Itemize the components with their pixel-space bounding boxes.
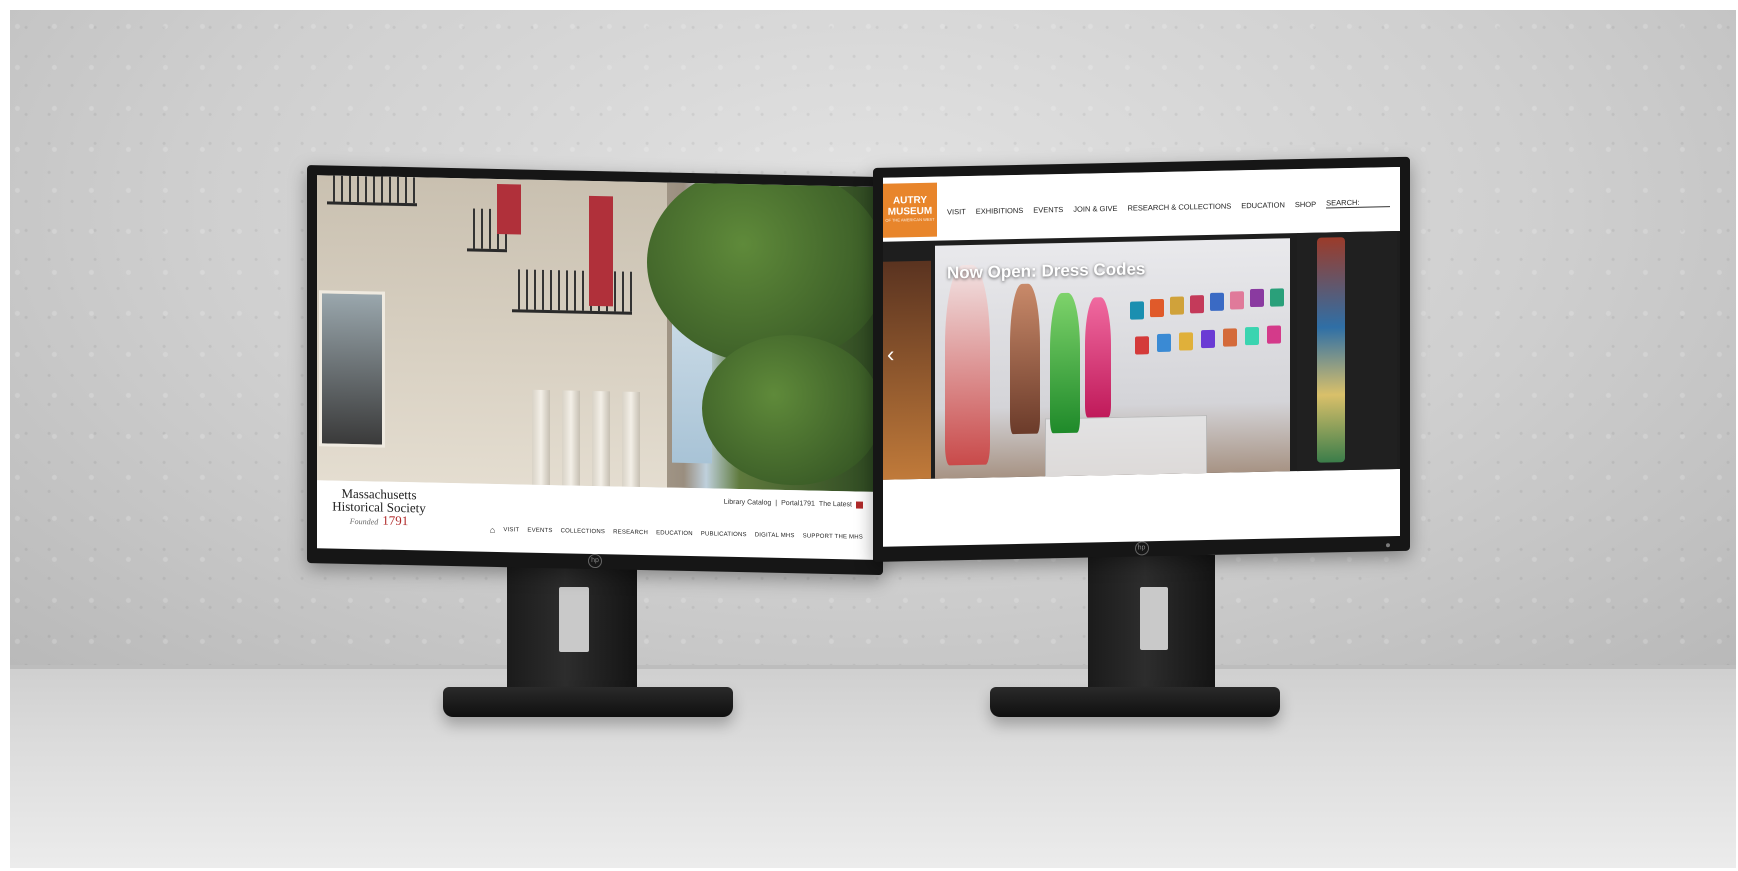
power-led bbox=[1386, 543, 1390, 548]
right-monitor-stand-base bbox=[990, 687, 1280, 717]
column bbox=[622, 391, 640, 487]
mhs-main-nav: ⌂ VISIT EVENTS COLLECTIONS RESEARCH EDUC… bbox=[490, 525, 863, 543]
autry-logo[interactable]: AUTRY MUSEUM OF THE AMERICAN WEST bbox=[883, 182, 937, 238]
logo-line2: Historical Society bbox=[332, 498, 426, 516]
nav-visit[interactable]: VISIT bbox=[947, 207, 966, 216]
shirt bbox=[1170, 296, 1184, 315]
shirt bbox=[1201, 329, 1215, 349]
nav-events[interactable]: EVENTS bbox=[1033, 205, 1063, 215]
hp-logo-icon: hp bbox=[1134, 541, 1149, 556]
utility-link-catalog[interactable]: Library Catalog bbox=[724, 499, 771, 507]
right-monitor: AUTRY MUSEUM OF THE AMERICAN WEST VISIT … bbox=[873, 156, 1410, 562]
left-monitor-stand-base bbox=[443, 687, 733, 717]
product-photo: Massachusetts Historical Society Founded… bbox=[10, 10, 1736, 868]
logo-founded: Founded bbox=[349, 516, 379, 527]
autry-main-nav: VISIT EXHIBITIONS EVENTS JOIN & GIVE RES… bbox=[947, 197, 1400, 217]
left-monitor-stand-neck bbox=[507, 555, 637, 695]
shirt bbox=[1135, 336, 1149, 355]
nav-exhibitions[interactable]: EXHIBITIONS bbox=[976, 205, 1024, 215]
nav-collections[interactable]: COLLECTIONS bbox=[561, 528, 606, 535]
chevron-left-icon[interactable]: ‹ bbox=[887, 342, 894, 368]
mhs-website-screen: Massachusetts Historical Society Founded… bbox=[317, 175, 873, 560]
shirt bbox=[1210, 292, 1224, 311]
mhs-building bbox=[317, 175, 667, 488]
right-monitor-stand-neck bbox=[1088, 555, 1215, 695]
home-icon[interactable]: ⌂ bbox=[490, 525, 496, 535]
tree bbox=[702, 333, 873, 488]
column bbox=[532, 389, 550, 486]
nav-publications[interactable]: PUBLICATIONS bbox=[701, 531, 747, 538]
stand-cable-hole bbox=[559, 587, 589, 652]
logo-tagline: OF THE AMERICAN WEST bbox=[885, 216, 935, 223]
shirt bbox=[1245, 326, 1259, 346]
shirt bbox=[1190, 295, 1204, 314]
hp-logo-icon: hp bbox=[588, 553, 602, 569]
dress bbox=[945, 264, 990, 466]
shirt bbox=[1157, 333, 1171, 353]
hero-title[interactable]: Now Open: Dress Codes bbox=[947, 259, 1145, 283]
next-slide-preview[interactable] bbox=[1297, 231, 1397, 472]
shirt bbox=[1130, 301, 1144, 320]
nav-join-give[interactable]: JOIN & GIVE bbox=[1073, 203, 1117, 213]
search-icon[interactable]: ⚲ bbox=[1400, 197, 1401, 206]
red-banner bbox=[589, 195, 613, 307]
nav-shop[interactable]: SHOP bbox=[1295, 199, 1316, 208]
nav-education[interactable]: EDUCATION bbox=[656, 530, 693, 537]
autry-header: AUTRY MUSEUM OF THE AMERICAN WEST VISIT … bbox=[883, 166, 1400, 238]
left-monitor: Massachusetts Historical Society Founded… bbox=[307, 165, 883, 576]
balcony bbox=[512, 269, 632, 315]
utility-separator: | bbox=[775, 499, 778, 507]
dress bbox=[1085, 297, 1111, 418]
search-label: SEARCH: bbox=[1326, 197, 1360, 208]
balcony bbox=[327, 175, 417, 207]
shirt bbox=[1267, 325, 1281, 344]
nav-visit[interactable]: VISIT bbox=[503, 527, 519, 533]
shirt bbox=[1150, 298, 1164, 318]
autry-website-screen: AUTRY MUSEUM OF THE AMERICAN WEST VISIT … bbox=[883, 166, 1400, 547]
utility-link-latest[interactable]: The Latest bbox=[819, 501, 852, 509]
utility-links: Library Catalog | Portal1791 The Latest bbox=[724, 499, 863, 509]
floor bbox=[10, 665, 1736, 868]
nav-digital-mhs[interactable]: DIGITAL MHS bbox=[755, 532, 795, 539]
nav-education[interactable]: EDUCATION bbox=[1241, 200, 1285, 210]
beadwork-artifact bbox=[1317, 237, 1345, 463]
column bbox=[562, 390, 580, 486]
logo-line1: AUTRY bbox=[892, 194, 928, 207]
dress bbox=[1050, 292, 1080, 434]
stand-cable-hole bbox=[1140, 587, 1168, 650]
shirt bbox=[1179, 332, 1193, 351]
dress bbox=[1010, 283, 1040, 435]
search-input[interactable]: SEARCH: bbox=[1326, 197, 1390, 209]
previous-slide-preview[interactable] bbox=[883, 260, 931, 480]
nav-events[interactable]: EVENTS bbox=[527, 528, 552, 535]
nav-research-collections[interactable]: RESEARCH & COLLECTIONS bbox=[1127, 201, 1231, 212]
shirt bbox=[1223, 328, 1237, 347]
mhs-hero-photo bbox=[317, 175, 873, 492]
current-slide[interactable]: Now Open: Dress Codes bbox=[935, 238, 1290, 479]
logo-year: 1791 bbox=[382, 512, 409, 529]
shirt bbox=[1230, 291, 1244, 310]
utility-link-portal[interactable]: Portal1791 bbox=[781, 500, 815, 508]
shirt bbox=[1270, 288, 1284, 307]
mhs-logo[interactable]: Massachusetts Historical Society Founded… bbox=[329, 486, 429, 529]
nav-research[interactable]: RESEARCH bbox=[613, 529, 648, 536]
building-window bbox=[319, 290, 385, 448]
red-square-icon[interactable] bbox=[856, 501, 863, 509]
red-banner bbox=[497, 183, 521, 235]
shirt bbox=[1250, 288, 1264, 308]
mhs-header-bar: Massachusetts Historical Society Founded… bbox=[317, 480, 873, 549]
column bbox=[592, 390, 610, 487]
hero-slider: Now Open: Dress Codes ‹ bbox=[883, 230, 1400, 480]
nav-support[interactable]: SUPPORT THE MHS bbox=[803, 533, 863, 540]
